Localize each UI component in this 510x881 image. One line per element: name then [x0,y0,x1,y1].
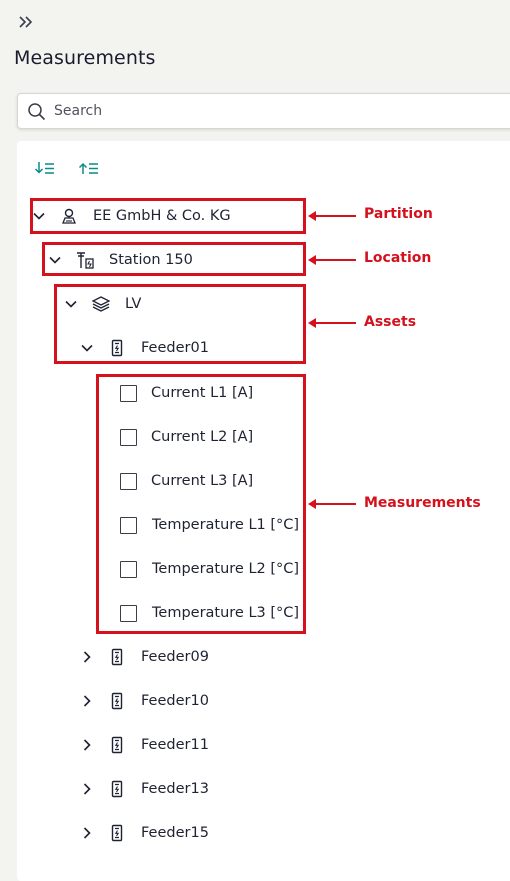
tree-node-label: Feeder10 [141,693,209,709]
tree-node-label: Feeder09 [141,649,209,665]
feeder-icon [107,735,127,755]
annotation-box-assets [54,284,306,364]
annotation-label-partition: Partition [364,206,433,222]
tree-node-label: Feeder11 [141,737,209,753]
chevron-right-icon[interactable] [79,649,95,665]
annotation-box-partition [30,198,306,234]
chevron-right-icon[interactable] [79,825,95,841]
annotation-label-location: Location [364,250,432,266]
search-icon [28,103,46,121]
tree-node-feeder[interactable]: Feeder10 [79,688,209,714]
tree-node-feeder[interactable]: Feeder11 [79,732,209,758]
search-box[interactable] [17,93,510,129]
chevron-right-icon[interactable] [79,693,95,709]
annotation-box-location [42,242,306,276]
feeder-icon [107,823,127,843]
tree-node-feeder[interactable]: Feeder09 [79,644,209,670]
tree-node-feeder[interactable]: Feeder13 [79,776,209,802]
annotation-arrow [308,211,356,221]
expand-all-button[interactable] [34,160,56,178]
double-chevron-right-icon [19,16,33,28]
expand-sidebar-button[interactable] [18,14,38,32]
expand-all-icon [34,162,54,174]
annotation-label-assets: Assets [364,314,417,330]
tree-node-feeder[interactable]: Feeder15 [79,820,209,846]
annotation-arrow [308,255,356,265]
page-title: Measurements [14,47,156,69]
search-input[interactable] [52,94,492,128]
tree-node-label: Feeder13 [141,781,209,797]
chevron-right-icon[interactable] [79,781,95,797]
annotation-box-measurements [96,374,306,634]
tree-node-label: Feeder15 [141,825,209,841]
collapse-all-button[interactable] [78,160,100,178]
collapse-all-icon [78,162,98,174]
annotation-arrow [308,318,356,328]
feeder-icon [107,779,127,799]
annotation-arrow [308,499,356,509]
chevron-right-icon[interactable] [79,737,95,753]
feeder-icon [107,691,127,711]
feeder-icon [107,647,127,667]
annotation-label-measurements: Measurements [364,495,481,511]
